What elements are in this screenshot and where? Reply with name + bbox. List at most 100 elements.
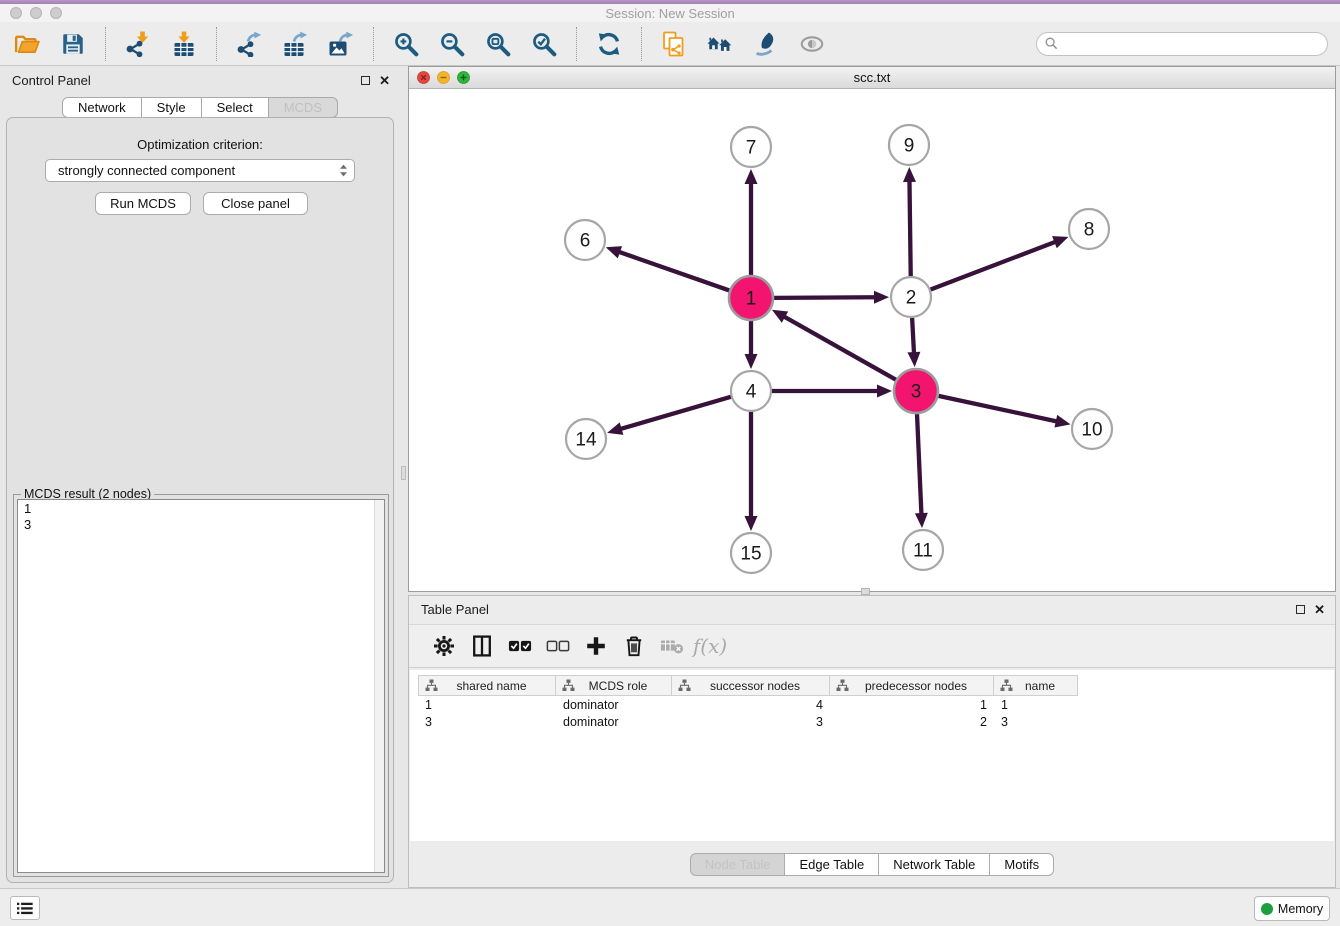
node-2[interactable]: 2 xyxy=(891,277,931,317)
new-network-from-selection-button[interactable] xyxy=(660,30,688,58)
column-settings-button[interactable] xyxy=(429,631,459,661)
optimization-criterion-select[interactable]: strongly connected component xyxy=(45,159,355,182)
network-canvas[interactable]: 7 9 6 8 1 2 4 3 14 10 15 11 xyxy=(409,89,1335,591)
arrowhead-icon xyxy=(915,513,928,528)
node-label: 4 xyxy=(746,382,757,403)
node-15[interactable]: 15 xyxy=(731,533,771,573)
close-window-button[interactable] xyxy=(10,7,22,19)
zoom-out-button[interactable] xyxy=(438,30,466,58)
column-header-successor-nodes[interactable]: successor nodes xyxy=(672,675,830,696)
edge-2-9[interactable] xyxy=(903,167,916,276)
search-box[interactable] xyxy=(1036,32,1328,56)
network-window-titlebar[interactable]: scc.txt xyxy=(409,67,1335,89)
node-label: 7 xyxy=(746,138,757,159)
float-panel-icon[interactable] xyxy=(361,76,370,85)
delete-table-button xyxy=(657,631,687,661)
edge-1-7[interactable] xyxy=(745,169,758,275)
node-10[interactable]: 10 xyxy=(1072,409,1112,449)
minimize-window-button[interactable] xyxy=(30,7,42,19)
node-label: 2 xyxy=(906,288,917,309)
application-window: Session: New Session Control Panel xyxy=(0,0,1340,926)
close-panel-button[interactable]: Close panel xyxy=(203,192,308,215)
add-column-button[interactable] xyxy=(581,631,611,661)
edge-3-1[interactable] xyxy=(772,310,896,380)
column-header-MCDS-role[interactable]: MCDS role xyxy=(556,675,672,696)
column-header-name[interactable]: name xyxy=(994,675,1078,696)
memory-button[interactable]: Memory xyxy=(1254,896,1330,921)
export-image-button[interactable] xyxy=(327,30,355,58)
result-scrollbar[interactable] xyxy=(374,500,384,872)
table-row[interactable]: 1dominator411 xyxy=(418,696,1078,713)
edge-4-14[interactable] xyxy=(607,397,731,435)
node-9[interactable]: 9 xyxy=(889,125,929,165)
tab-motifs[interactable]: Motifs xyxy=(990,853,1054,876)
tab-edge-table[interactable]: Edge Table xyxy=(785,853,879,876)
node-6[interactable]: 6 xyxy=(565,220,605,260)
float-table-panel-icon[interactable] xyxy=(1296,605,1305,614)
apply-style-button[interactable] xyxy=(752,30,780,58)
toolbar-separator xyxy=(216,27,217,61)
node-14[interactable]: 14 xyxy=(566,419,606,459)
tab-network[interactable]: Network xyxy=(62,97,142,118)
import-table-button[interactable] xyxy=(170,30,198,58)
table-row[interactable]: 3dominator323 xyxy=(418,713,1078,730)
folder-open-icon xyxy=(14,31,40,57)
edge-2-3[interactable] xyxy=(907,318,920,367)
hide-all-columns-button[interactable] xyxy=(543,631,573,661)
mcds-result-list[interactable]: 13 xyxy=(17,499,385,873)
close-panel-icon[interactable]: ✕ xyxy=(379,76,390,85)
checkboxes-unchecked-icon xyxy=(546,634,570,658)
updown-chevron-icon xyxy=(339,163,348,178)
close-table-panel-icon[interactable]: ✕ xyxy=(1314,605,1325,614)
splitter-handle[interactable] xyxy=(861,588,870,595)
edge-4-15[interactable] xyxy=(745,412,758,531)
tab-node-table[interactable]: Node Table xyxy=(690,853,786,876)
minimize-network-icon[interactable] xyxy=(437,71,450,84)
node-4[interactable]: 4 xyxy=(731,371,771,411)
search-input[interactable] xyxy=(1063,36,1319,51)
zoom-selected-button[interactable] xyxy=(530,30,558,58)
delete-column-button[interactable] xyxy=(619,631,649,661)
zoom-fit-button[interactable] xyxy=(484,30,512,58)
edge-1-4[interactable] xyxy=(745,321,758,369)
table-cell: 3 xyxy=(994,715,1078,729)
tab-select[interactable]: Select xyxy=(202,97,269,118)
show-all-columns-button[interactable] xyxy=(505,631,535,661)
edge-1-6[interactable] xyxy=(606,246,730,290)
save-session-button[interactable] xyxy=(59,30,87,58)
table-cell: 3 xyxy=(672,715,830,729)
status-bar: Memory xyxy=(0,888,1340,926)
node-11[interactable]: 11 xyxy=(903,530,943,570)
edge-2-8[interactable] xyxy=(931,236,1069,289)
apply-layout-button[interactable] xyxy=(595,30,623,58)
toggle-panel-layout-button[interactable] xyxy=(467,631,497,661)
tab-mcds[interactable]: MCDS xyxy=(269,97,338,118)
plus-icon xyxy=(584,634,608,658)
export-network-button[interactable] xyxy=(235,30,263,58)
export-table-button[interactable] xyxy=(281,30,309,58)
open-file-button[interactable] xyxy=(13,30,41,58)
panel-divider-handle[interactable] xyxy=(401,466,406,480)
node-8[interactable]: 8 xyxy=(1069,209,1109,249)
task-history-button[interactable] xyxy=(10,896,40,920)
column-header-predecessor-nodes[interactable]: predecessor nodes xyxy=(830,675,994,696)
first-neighbors-button[interactable] xyxy=(706,30,734,58)
node-7[interactable]: 7 xyxy=(731,127,771,167)
arrowhead-icon xyxy=(745,516,758,531)
zoom-window-button[interactable] xyxy=(50,7,62,19)
zoom-in-button[interactable] xyxy=(392,30,420,58)
run-mcds-button[interactable]: Run MCDS xyxy=(95,192,191,215)
tab-network-table[interactable]: Network Table xyxy=(879,853,990,876)
node-3[interactable]: 3 xyxy=(894,369,938,413)
edge-3-10[interactable] xyxy=(938,396,1070,428)
column-header-shared-name[interactable]: shared name xyxy=(418,675,556,696)
node-label: 14 xyxy=(575,430,597,451)
close-network-icon[interactable] xyxy=(417,71,430,84)
tab-style[interactable]: Style xyxy=(142,97,202,118)
node-1[interactable]: 1 xyxy=(729,276,773,320)
edge-4-3[interactable] xyxy=(772,385,892,398)
import-network-button[interactable] xyxy=(124,30,152,58)
maximize-network-icon[interactable] xyxy=(457,71,470,84)
edge-3-11[interactable] xyxy=(915,414,928,528)
edge-1-2[interactable] xyxy=(774,291,889,304)
